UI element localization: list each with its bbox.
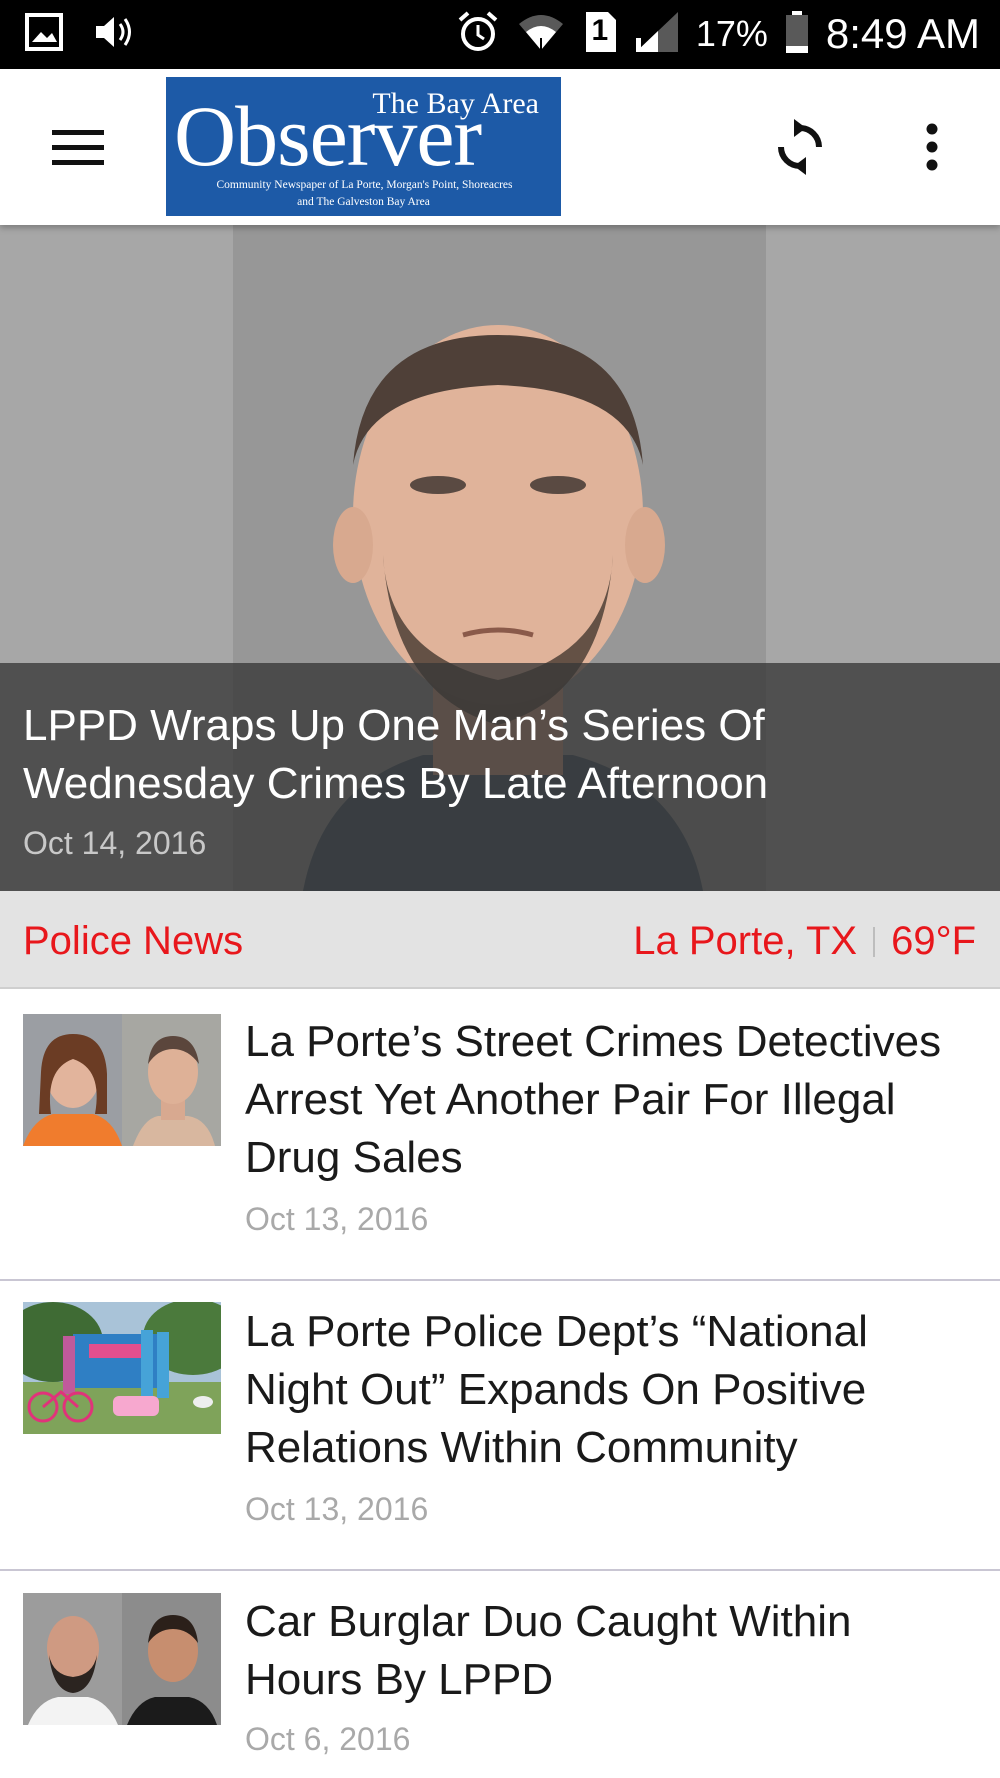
sim-slot-number: 1 bbox=[591, 13, 609, 47]
clock: 8:49 AM bbox=[825, 10, 980, 57]
article-date: Oct 13, 2016 bbox=[245, 1491, 429, 1527]
observer-logo[interactable]: The Bay Area Observer Community Newspape… bbox=[166, 77, 561, 216]
refresh-button[interactable] bbox=[766, 113, 834, 181]
volume-icon bbox=[92, 12, 138, 57]
hero-article[interactable]: LPPD Wraps Up One Man’s Series Of Wednes… bbox=[0, 225, 1000, 891]
alarm-icon bbox=[456, 10, 500, 59]
hero-title[interactable]: LPPD Wraps Up One Man’s Series Of Wednes… bbox=[23, 697, 953, 813]
article-title: La Porte’s Street Crimes Detectives Arre… bbox=[245, 1017, 942, 1182]
weather-info[interactable]: La Porte, TX 69°F bbox=[633, 919, 976, 964]
article-date: Oct 6, 2016 bbox=[245, 1721, 411, 1757]
article-title: La Porte Police Dept’s “National Night O… bbox=[245, 1307, 868, 1472]
app-bar: The Bay Area Observer Community Newspape… bbox=[0, 69, 1000, 225]
signal-icon bbox=[634, 10, 680, 59]
more-vert-icon bbox=[926, 123, 938, 171]
sim-card-icon: 1 bbox=[582, 10, 618, 59]
section-bar: Police News La Porte, TX 69°F bbox=[0, 891, 1000, 989]
weather-location: La Porte, TX bbox=[633, 919, 858, 963]
article-date: Oct 13, 2016 bbox=[245, 1201, 429, 1237]
logo-name: Observer bbox=[174, 88, 482, 184]
battery-icon bbox=[784, 10, 810, 59]
more-options-button[interactable] bbox=[902, 113, 962, 181]
battery-percent: 17% bbox=[695, 13, 768, 54]
list-item[interactable]: La Porte Police Dept’s “National Night O… bbox=[0, 1281, 1000, 1569]
status-bar: 1 17% 8:49 AM bbox=[0, 0, 1000, 69]
refresh-icon bbox=[778, 119, 822, 175]
article-thumbnail bbox=[23, 1302, 221, 1434]
menu-button[interactable] bbox=[38, 115, 118, 179]
article-thumbnail bbox=[23, 1014, 221, 1146]
list-item[interactable]: La Porte’s Street Crimes Detectives Arre… bbox=[0, 991, 1000, 1279]
section-title[interactable]: Police News bbox=[23, 919, 243, 964]
article-title: Car Burglar Duo Caught Within Hours By L… bbox=[245, 1597, 852, 1704]
wifi-icon bbox=[516, 10, 566, 59]
weather-divider bbox=[873, 926, 876, 957]
gallery-notification-icon bbox=[24, 12, 64, 57]
logo-tagline-1: Community Newspaper of La Porte, Morgan'… bbox=[216, 179, 513, 191]
logo-tagline-2: and The Galveston Bay Area bbox=[297, 196, 430, 208]
weather-temperature: 69°F bbox=[891, 919, 976, 963]
article-thumbnail bbox=[23, 1593, 221, 1725]
hamburger-menu-icon bbox=[52, 130, 104, 165]
hero-date: Oct 14, 2016 bbox=[23, 825, 207, 861]
list-item[interactable]: Car Burglar Duo Caught Within Hours By L… bbox=[0, 1571, 1000, 1778]
